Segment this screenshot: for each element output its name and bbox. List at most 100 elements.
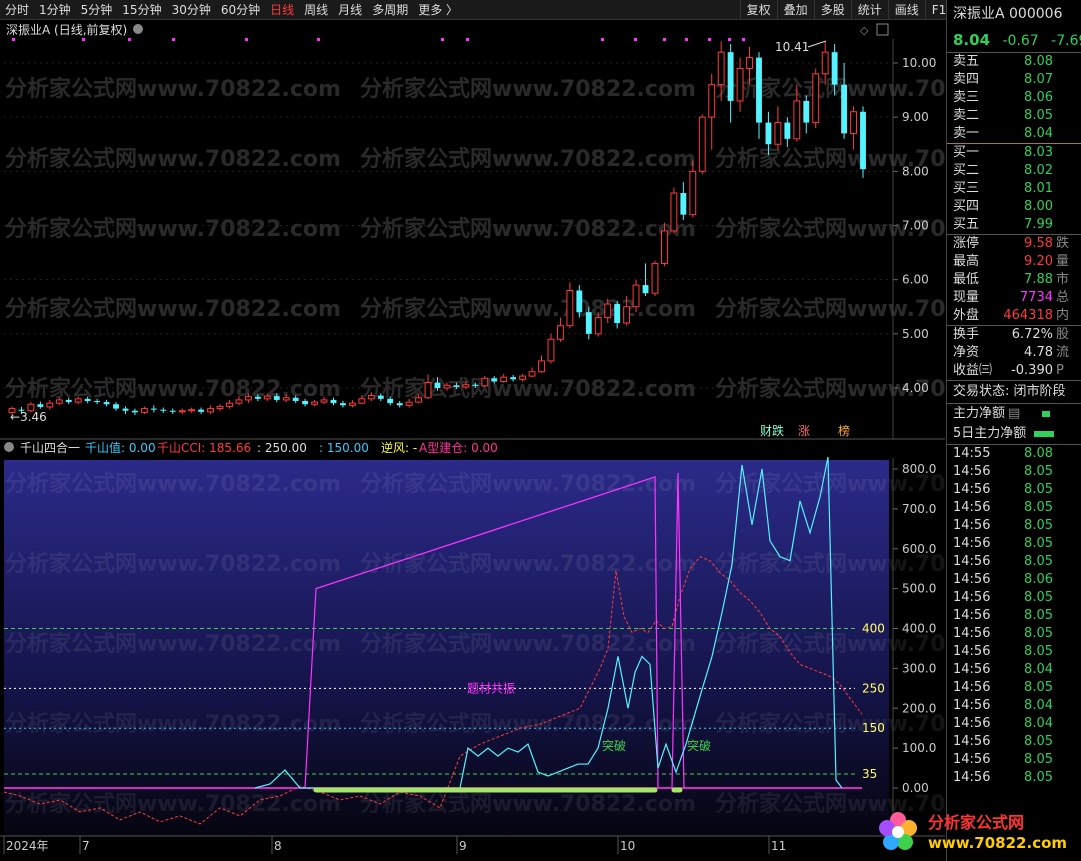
annotation-theme: 题材共振 [467, 681, 515, 695]
indicator-tick-label: 600.0 [902, 542, 936, 556]
tick-row: 14:56 8.05 [953, 518, 1053, 533]
tick-row: 14:56 8.05 [953, 680, 1053, 695]
quote-row: 现量 7734 总 [953, 290, 1070, 305]
stats-list-1: 涨停 9.58 跌最高 9.20 量最低 7.88 市现量 7734 总外盘 464318 内 [947, 235, 1081, 325]
tick-row: 14:56 8.05 [953, 734, 1053, 749]
tick-row: 14:56 8.05 [953, 536, 1053, 551]
watermark-text: 分析家公式网www.70822.com [5, 76, 341, 102]
indicator-tick-label: 400.0 [902, 622, 936, 636]
toolbar-button-0[interactable]: 复权 [739, 0, 777, 20]
period-tab-5[interactable]: 60分钟 [216, 0, 265, 20]
main-net-flow[interactable]: 主力净额 ▤ [947, 404, 1081, 424]
quote-row: 外盘 464318 内 [953, 308, 1070, 323]
watermark-text: 分析家公式网www.70822.com [715, 296, 945, 322]
date-tick-label: 8 [274, 839, 282, 853]
period-tab-0[interactable]: 分时 [0, 0, 34, 20]
level-label: 35 [862, 767, 877, 781]
indicator-tick-label: 700.0 [902, 502, 936, 516]
price-tick-label: 9.00 [902, 110, 929, 124]
annotation-breakout: 突破 [602, 738, 626, 753]
quote-sidebar: 深振业A 000006 8.04 -0.67 -7.69% 卖五8.08 卖四8.… [946, 0, 1081, 861]
indicator-tick-label: 800.0 [902, 462, 936, 476]
tick-row: 14:56 8.05 [953, 752, 1053, 767]
indicator-param: A型建仓: 0.00 [419, 441, 498, 455]
doc-icon: ▤ [1008, 406, 1021, 421]
site-logo: 分析家公式网 www.70822.com [872, 806, 1077, 858]
indicator-param: 千山CCI: 185.66 [157, 441, 251, 455]
watermark-text: 分析家公式网www.70822.com [360, 76, 696, 102]
toolbar-button-3[interactable]: 统计 [850, 0, 888, 20]
quote-row: 卖一 8.04 [953, 126, 1053, 141]
level-label: 150 [862, 721, 885, 735]
date-axis: 2024年 7 8 9 10 11 [3, 836, 786, 854]
tick-row: 14:56 8.05 [953, 464, 1053, 479]
watermark-text: 分析家公式网www.70822.com [360, 631, 696, 657]
quote-row: 最高 9.20 量 [953, 254, 1070, 269]
watermark-layer: 分析家公式网www.70822.com 分析家公式网www.70822.com 分析… [5, 76, 1051, 402]
period-tab-10[interactable]: 更多 〉 [413, 0, 463, 20]
quote-row: 买三 8.01 [953, 181, 1053, 196]
indicator-tick-label: 0.00 [902, 781, 929, 795]
low-label: ←3.46 [10, 410, 47, 424]
event-tag[interactable]: 财跌 [760, 423, 784, 438]
quote-row: 卖五 8.08 [953, 54, 1053, 69]
diamond-icon[interactable]: ◇ [860, 24, 869, 37]
indicator-menu-icon[interactable] [4, 442, 14, 452]
date-tick-label: 9 [459, 839, 467, 853]
period-tab-2[interactable]: 5分钟 [76, 0, 118, 20]
chart-area[interactable]: 深振业A (日线,前复权) ◇ 分析家公式网www.70822.com 分析家公式… [0, 21, 1051, 861]
bid-list: 买一 8.03 买二 8.02 买三 8.01 买四 8.00 买五 7.99 [947, 144, 1081, 234]
watermark-text: 分析家公式网www.70822.com [360, 296, 696, 322]
watermark-text: 分析家公式网www.70822.com [360, 551, 696, 577]
watermark-text: 分析家公式网www.70822.com [360, 146, 696, 172]
trade-status: 交易状态: 闭市阶段 [953, 384, 1066, 399]
indicator-param: : 150.00 [319, 441, 369, 455]
logo-text: 分析家公式网 [928, 813, 1024, 832]
watermark-text: 分析家公式网www.70822.com [360, 711, 696, 737]
flower-logo-icon [879, 812, 917, 850]
tick-row: 14:56 8.04 [953, 662, 1053, 677]
tick-row: 14:56 8.05 [953, 482, 1053, 497]
main-chart-title: 深振业A (日线,前复权) [6, 22, 127, 37]
price-tick-label: 4.00 [902, 381, 929, 395]
indicator-tick-label: 100.0 [902, 741, 936, 755]
indicator-tick-label: 200.0 [902, 701, 936, 715]
period-tab-6[interactable]: 日线 [265, 0, 299, 20]
watermark-text: 分析家公式网www.70822.com [360, 791, 696, 817]
quote-row: 涨停 9.58 跌 [953, 236, 1070, 251]
watermark-text: 分析家公式网www.70822.com [5, 711, 341, 737]
stats-list-2: 换手 6.72% 股净资 4.78 流收益㈢ -0.390 P [947, 326, 1081, 380]
event-tag[interactable]: 榜 [838, 423, 850, 438]
period-tab-4[interactable]: 30分钟 [167, 0, 216, 20]
watermark-text: 分析家公式网www.70822.com [5, 791, 341, 817]
main-chart-header: 深振业A (日线,前复权) ◇ [0, 21, 945, 39]
date-tick-label: 10 [620, 839, 635, 853]
period-tab-1[interactable]: 1分钟 [34, 0, 76, 20]
price-line: 8.04 -0.67 -7.69% [947, 28, 1081, 52]
toolbar-button-4[interactable]: 画线 [887, 0, 925, 20]
logo-url: www.70822.com [928, 834, 1067, 852]
event-tags: 财跌涨 榜 [760, 423, 850, 438]
tick-row: 14:56 8.05 [953, 500, 1053, 515]
toolbar-button-1[interactable]: 叠加 [776, 0, 814, 20]
period-tab-3[interactable]: 15分钟 [117, 0, 166, 20]
settings-dot-icon[interactable] [133, 24, 143, 34]
toolbar-button-2[interactable]: 多股 [813, 0, 851, 20]
period-tab-8[interactable]: 月线 [333, 0, 367, 20]
tick-row: 14:56 8.05 [953, 554, 1053, 569]
date-tick-label: 7 [82, 839, 90, 853]
period-tab-9[interactable]: 多周期 [367, 0, 413, 20]
tick-row: 14:56 8.05 [953, 644, 1053, 659]
tick-row: 14:56 8.04 [953, 698, 1053, 713]
price-change-pct: -7.69% [1051, 33, 1081, 49]
price-tick-label: 7.00 [902, 219, 929, 233]
indicator-tick-label: 300.0 [902, 661, 936, 675]
tick-row: 14:56 8.04 [953, 716, 1053, 731]
date-tick-label: 11 [771, 839, 786, 853]
quote-row: 最低 7.88 市 [953, 272, 1070, 287]
period-tab-7[interactable]: 周线 [299, 0, 333, 20]
indicator-name: 千山四合一 [20, 440, 80, 455]
quote-row: 卖二 8.05 [953, 108, 1053, 123]
event-tag[interactable]: 涨 [798, 423, 810, 438]
five-day-net-flow[interactable]: 5日主力净额 [947, 424, 1081, 444]
